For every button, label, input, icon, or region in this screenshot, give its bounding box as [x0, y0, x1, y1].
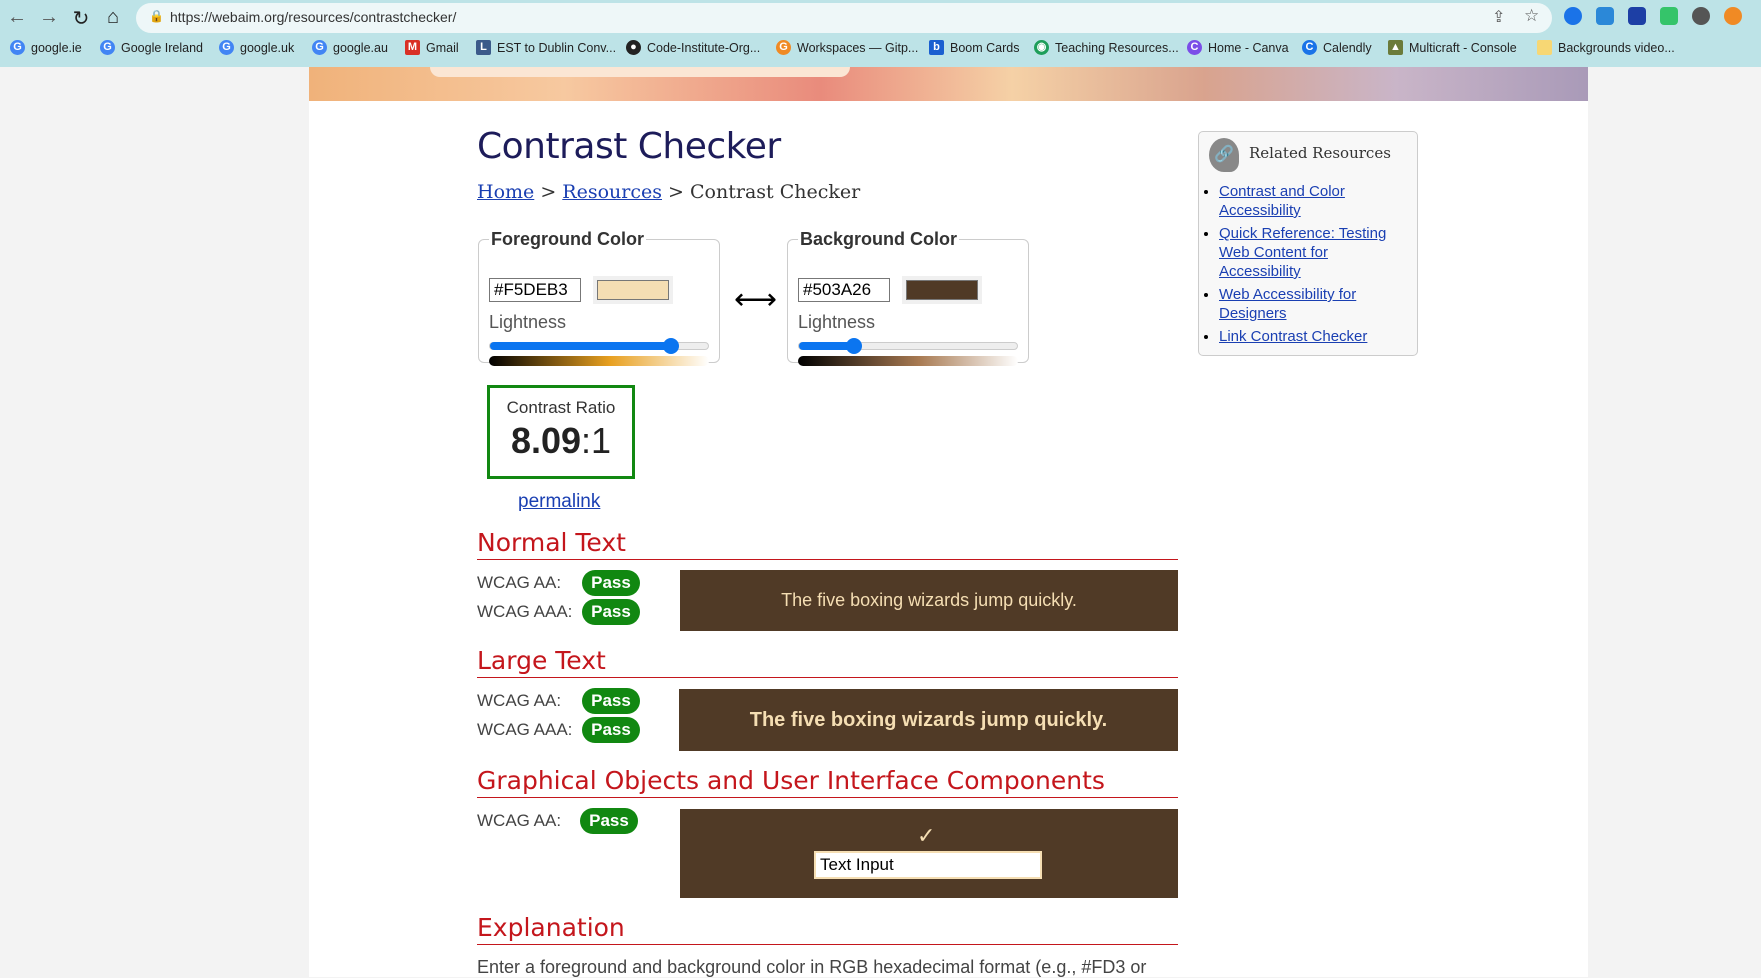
- wcag-aa-label: WCAG AA:: [477, 573, 562, 592]
- bookmark[interactable]: M Gmail: [405, 40, 459, 55]
- bookmark[interactable]: b Boom Cards: [929, 40, 1019, 55]
- bookmark[interactable]: L EST to Dublin Conv...: [476, 40, 616, 55]
- breadcrumb-resources[interactable]: Resources: [562, 181, 662, 203]
- pass-badge: Pass: [582, 717, 640, 743]
- reload-icon[interactable]: ↻: [68, 6, 94, 31]
- breadcrumb: Home > Resources > Contrast Checker: [477, 181, 860, 203]
- bookmark[interactable]: Ggoogle.ie: [10, 40, 82, 55]
- foreground-legend: Foreground Color: [491, 229, 644, 249]
- url-text[interactable]: https://webaim.org/resources/contrastche…: [170, 9, 456, 25]
- background-color-picker[interactable]: [902, 276, 982, 304]
- contrast-ratio-box: Contrast Ratio 8.09:1: [487, 385, 635, 479]
- share-icon[interactable]: ⇪: [1492, 7, 1505, 27]
- large-text-sample: The five boxing wizards jump quickly.: [679, 689, 1178, 751]
- related-resources-title: Related Resources: [1249, 144, 1391, 162]
- bookmark[interactable]: G Workspaces — Gitp...: [776, 40, 918, 55]
- swap-colors-icon[interactable]: ⟷: [734, 282, 777, 317]
- large-text-heading: Large Text: [477, 646, 1178, 678]
- bookmark[interactable]: ▲ Multicraft - Console: [1388, 40, 1517, 55]
- back-icon[interactable]: ←: [4, 6, 30, 29]
- bookmark[interactable]: ● Code-Institute-Org...: [626, 40, 760, 55]
- slider-thumb[interactable]: [845, 338, 862, 354]
- pass-badge: Pass: [582, 570, 640, 596]
- breadcrumb-separator: >: [668, 181, 684, 203]
- graphical-objects-heading: Graphical Objects and User Interface Com…: [477, 766, 1178, 798]
- bookmark[interactable]: Ggoogle.au: [312, 40, 388, 55]
- bookmark[interactable]: Ggoogle.uk: [219, 40, 294, 55]
- background-lightness-label: Lightness: [798, 312, 876, 332]
- extension-icon[interactable]: [1660, 7, 1678, 25]
- related-resources-panel: 🔗 Related Resources Contrast and Color A…: [1198, 131, 1418, 356]
- breadcrumb-current: Contrast Checker: [690, 181, 861, 203]
- wcag-aa-label: WCAG AA:: [477, 811, 562, 830]
- link-head-icon: 🔗: [1209, 138, 1239, 172]
- contrast-ratio-value: 8.09:1: [510, 420, 612, 461]
- foreground-hex-input[interactable]: #F5DEB3: [489, 278, 581, 302]
- background-hex-input[interactable]: #503A26: [798, 278, 890, 302]
- related-link[interactable]: Link Contrast Checker: [1219, 328, 1367, 345]
- bookmark[interactable]: C Calendly: [1302, 40, 1372, 55]
- pass-badge: Pass: [582, 688, 640, 714]
- page-title: Contrast Checker: [477, 126, 781, 167]
- wcag-aa-label: WCAG AA:: [477, 691, 562, 710]
- permalink[interactable]: permalink: [518, 491, 600, 513]
- foreground-lightness-label: Lightness: [489, 312, 567, 332]
- lightness-gradient: [489, 356, 709, 366]
- home-icon[interactable]: ⌂: [100, 6, 126, 29]
- bookmark[interactable]: G Google Ireland: [100, 40, 203, 55]
- foreground-color-group: Foreground Color #F5DEB3 Lightness: [478, 229, 720, 366]
- background-lightness-slider[interactable]: [798, 338, 1018, 354]
- bookmark[interactable]: C Home - Canva: [1187, 40, 1289, 55]
- related-link[interactable]: Contrast and Color Accessibility: [1219, 183, 1345, 219]
- foreground-lightness-slider[interactable]: [489, 338, 709, 354]
- lightness-gradient: [798, 356, 1018, 366]
- slider-thumb[interactable]: [662, 338, 679, 354]
- search-bar-remnant: [430, 67, 850, 77]
- normal-text-sample: The five boxing wizards jump quickly.: [680, 570, 1178, 631]
- checkmark-icon: ✓: [917, 823, 936, 848]
- wcag-aaa-label: WCAG AAA:: [477, 602, 573, 621]
- explanation-text: Enter a foreground and background color …: [477, 957, 1147, 977]
- extension-icon[interactable]: [1596, 7, 1614, 25]
- forward-icon[interactable]: →: [36, 6, 62, 29]
- extension-icon[interactable]: [1564, 7, 1582, 25]
- contrast-ratio-label: Contrast Ratio: [506, 398, 616, 417]
- related-link[interactable]: Web Accessibility for Designers: [1219, 286, 1356, 322]
- normal-text-heading: Normal Text: [477, 528, 1178, 560]
- extension-icon[interactable]: [1628, 7, 1646, 25]
- sample-text-input[interactable]: Text Input: [814, 851, 1042, 879]
- pass-badge: Pass: [580, 808, 638, 834]
- wcag-aaa-label: WCAG AAA:: [477, 720, 573, 739]
- bookmark-star-icon[interactable]: ☆: [1524, 6, 1539, 26]
- explanation-heading: Explanation: [477, 913, 1178, 945]
- bookmark[interactable]: ◉ Teaching Resources...: [1034, 40, 1179, 55]
- foreground-color-picker[interactable]: [593, 276, 673, 304]
- pass-badge: Pass: [582, 599, 640, 625]
- lock-icon: 🔒: [149, 9, 164, 23]
- breadcrumb-separator: >: [540, 181, 557, 203]
- cloud-extension-icon[interactable]: [1692, 7, 1710, 25]
- bookmark[interactable]: Backgrounds video...: [1537, 40, 1675, 55]
- background-legend: Background Color: [800, 229, 958, 249]
- breadcrumb-home[interactable]: Home: [477, 181, 534, 203]
- background-color-group: Background Color #503A26 Lightness: [787, 229, 1029, 366]
- extension-icon[interactable]: [1724, 7, 1742, 25]
- related-link[interactable]: Quick Reference: Testing Web Content for…: [1219, 225, 1386, 280]
